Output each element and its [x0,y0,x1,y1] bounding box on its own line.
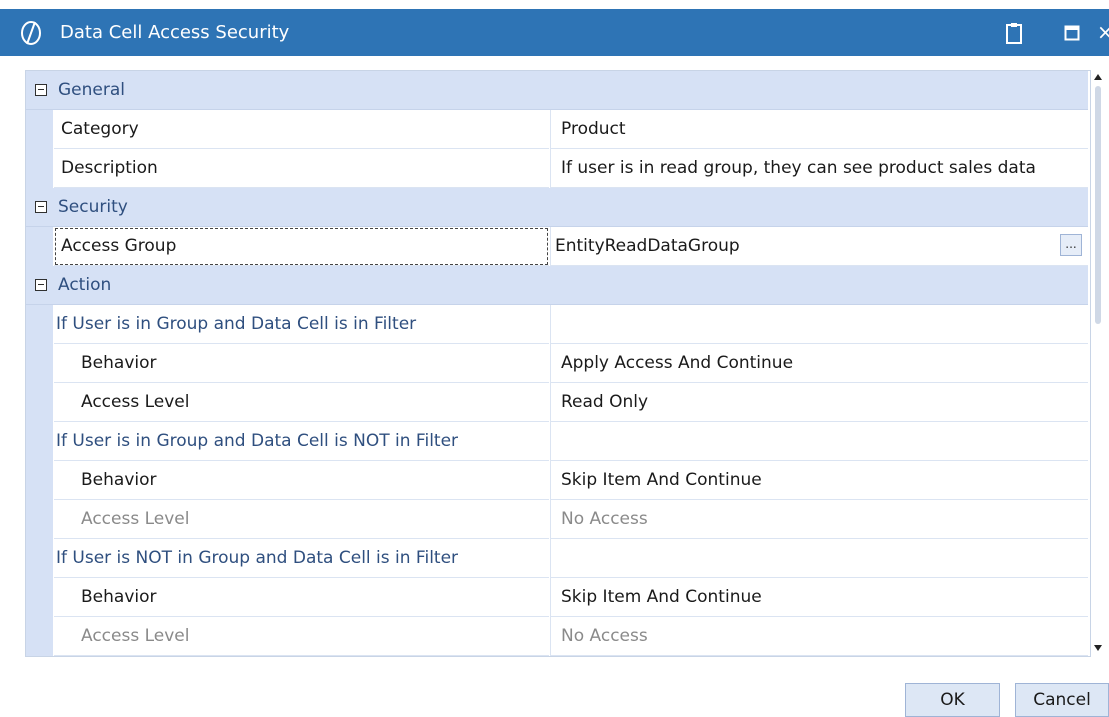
onestream-logo-icon [21,21,41,45]
property-value[interactable]: Skip Item And Continue [550,461,1088,500]
property-name: Access Level [54,383,549,422]
property-value[interactable]: If user is in read group, they can see p… [550,149,1088,188]
scroll-down-icon[interactable] [1094,645,1102,651]
property-value[interactable]: EntityReadDataGroup [555,236,740,256]
subcategory-heading: If User is NOT in Group and Data Cell is… [54,539,549,578]
subcategory-row: If User is in Group and Data Cell is in … [26,305,1088,344]
clipboard-icon[interactable] [1005,22,1023,44]
property-row-access-level[interactable]: Access Level No Access [26,500,1088,539]
empty-value [550,539,1088,578]
property-name: Description [54,149,549,188]
vertical-scrollbar[interactable] [1091,70,1105,655]
property-name: Access Level [54,617,549,656]
property-value[interactable]: Product [550,110,1088,149]
collapse-icon[interactable] [35,84,47,96]
property-row-description[interactable]: Description If user is in read group, th… [26,149,1088,188]
cancel-button[interactable]: Cancel [1015,683,1109,717]
property-row-access-level[interactable]: Access Level Read Only [26,383,1088,422]
collapse-icon[interactable] [35,279,47,291]
category-security[interactable]: Security [26,188,1088,227]
scroll-up-icon[interactable] [1094,74,1102,80]
property-name: Access Level [54,500,549,539]
property-name: Behavior [54,461,549,500]
maximize-icon[interactable] [1064,25,1080,41]
subcategory-row: If User is NOT in Group and Data Cell is… [26,539,1088,578]
access-group-value[interactable]: EntityReadDataGroup ... [550,227,1088,266]
subcategory-heading: If User is in Group and Data Cell is in … [54,305,549,344]
subcategory-row: If User is in Group and Data Cell is NOT… [26,422,1088,461]
property-value[interactable]: Read Only [550,383,1088,422]
empty-value [550,305,1088,344]
category-action[interactable]: Action [26,266,1088,305]
property-row-behavior[interactable]: Behavior Skip Item And Continue [26,461,1088,500]
property-row-behavior[interactable]: Behavior Skip Item And Continue [26,578,1088,617]
property-name: Category [54,110,549,149]
property-value[interactable]: Apply Access And Continue [550,344,1088,383]
property-name: Access Group [54,227,549,266]
empty-value [550,422,1088,461]
property-row-access-group[interactable]: Access Group EntityReadDataGroup ... [26,227,1088,266]
property-row-category[interactable]: Category Product [26,110,1088,149]
property-row-access-level[interactable]: Access Level No Access [26,617,1088,656]
window-title: Data Cell Access Security [60,22,290,43]
property-value: No Access [550,617,1088,656]
ok-button[interactable]: OK [905,683,1000,717]
category-label: Action [58,275,112,295]
property-name: Behavior [54,344,549,383]
property-value[interactable]: Skip Item And Continue [550,578,1088,617]
category-label: General [58,80,125,100]
subcategory-heading: If User is in Group and Data Cell is NOT… [54,422,549,461]
property-grid[interactable]: General Category Product Description If … [25,70,1091,657]
property-name: Behavior [54,578,549,617]
browse-button[interactable]: ... [1060,234,1082,256]
property-value: No Access [550,500,1088,539]
category-label: Security [58,197,128,217]
scroll-thumb[interactable] [1095,86,1101,324]
close-icon[interactable]: × [1097,9,1109,56]
title-bar: Data Cell Access Security × [0,9,1109,56]
property-row-behavior[interactable]: Behavior Apply Access And Continue [26,344,1088,383]
category-general[interactable]: General [26,71,1088,110]
collapse-icon[interactable] [35,201,47,213]
